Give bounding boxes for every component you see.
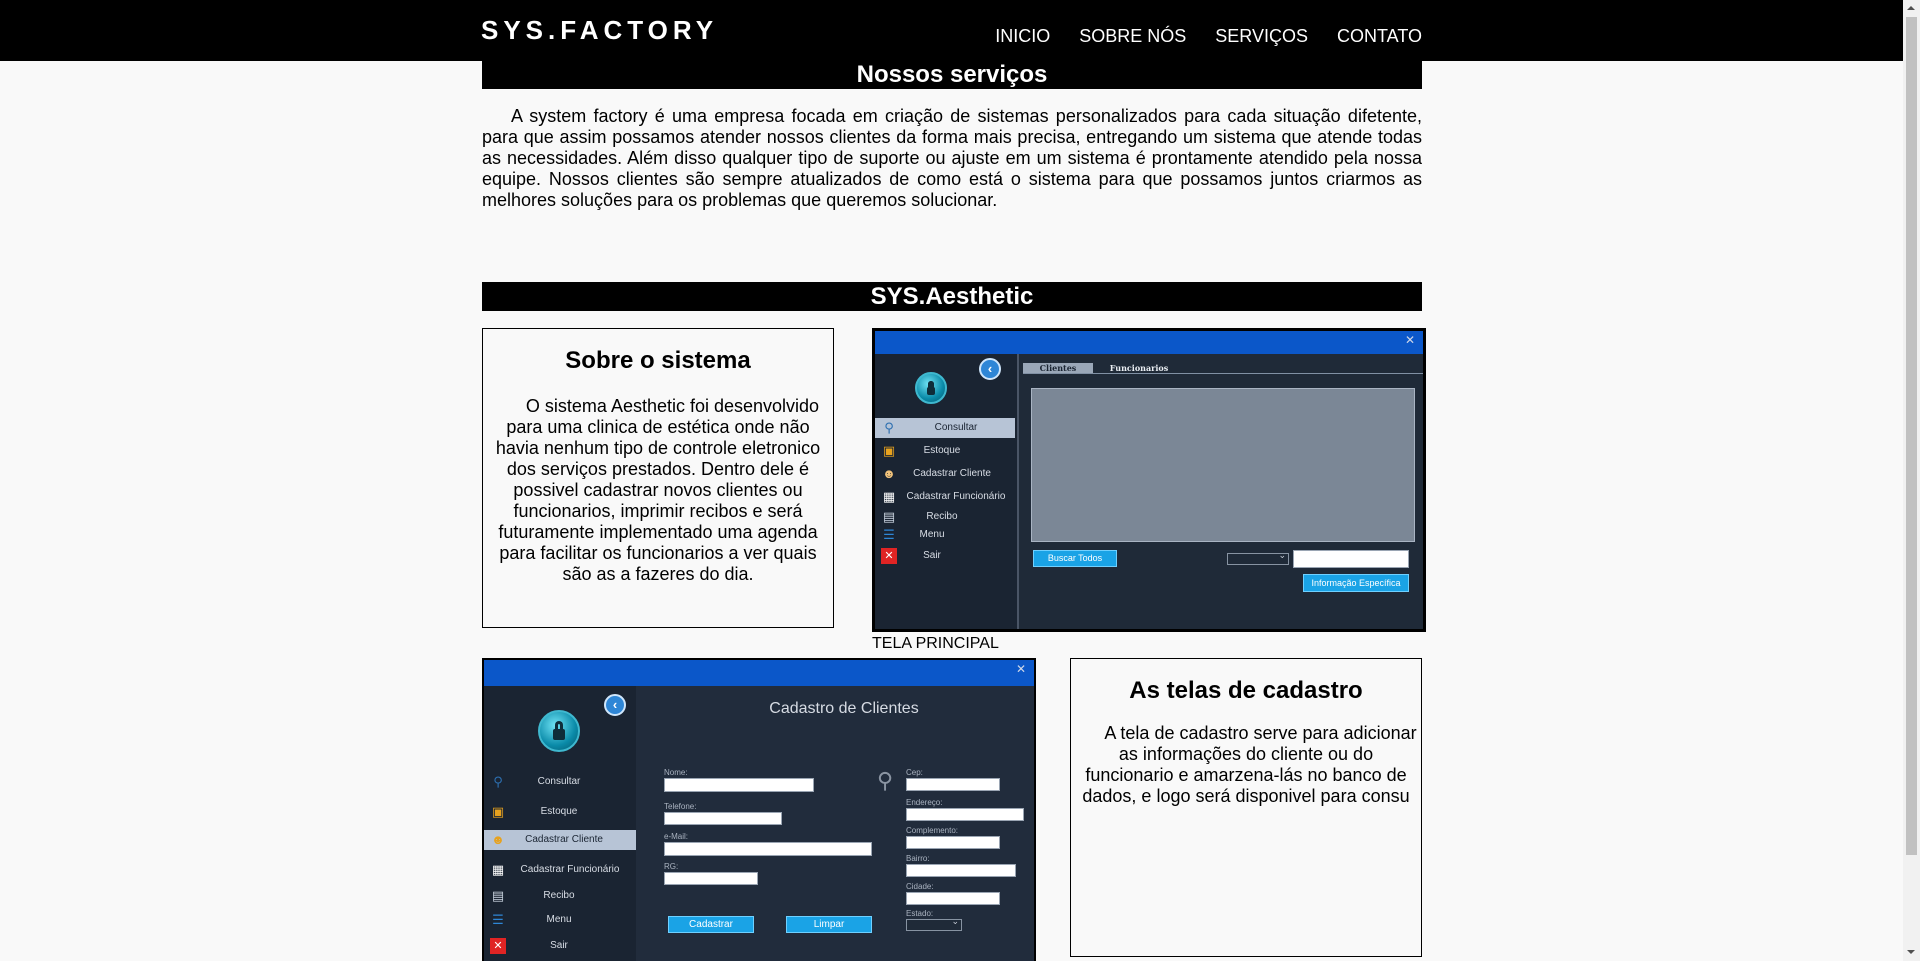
nav-link-sobre-nos[interactable]: SOBRE NÓS — [1079, 26, 1186, 47]
app-menu-item-sair: ✕ Sair — [875, 546, 1015, 566]
app-form-title: Cadastro de Clientes — [769, 700, 919, 717]
nav-link-inicio[interactable]: INICIO — [995, 26, 1050, 47]
add-user-icon: ☻ — [491, 832, 505, 847]
nav-link-servicos[interactable]: SERVIÇOS — [1215, 26, 1308, 47]
printer-icon: ▤ — [491, 888, 505, 903]
app-menu-item-recibo: ▤ Recibo — [491, 888, 575, 903]
app-field-label-nome: Nome: — [664, 768, 688, 777]
app-search-field — [1293, 550, 1409, 568]
app-field-cep — [906, 778, 1000, 791]
badge-icon: ▦ — [882, 489, 896, 504]
cadastro-screens-heading: As telas de cadastro — [1129, 677, 1363, 704]
nav-link-contato[interactable]: CONTATO — [1337, 26, 1422, 47]
printer-icon: ▤ — [882, 509, 896, 524]
app-field-label-cep: Cep: — [906, 768, 923, 777]
about-system-text: O sistema Aesthetic foi desenvolvido par… — [495, 396, 821, 584]
app-field-telefone — [664, 812, 782, 825]
close-icon: ✕ — [881, 548, 897, 564]
app-field-email — [664, 842, 872, 856]
app-menu-item-consultar: ⚲ Consultar — [484, 772, 636, 792]
scrollbar-thumb[interactable] — [1906, 17, 1917, 855]
sidebar-divider — [1017, 354, 1019, 629]
app-field-label-cidade: Cidade: — [906, 882, 934, 891]
magnifier-icon: ⚲ — [884, 420, 894, 435]
main-screen-screenshot: ✕ ‹ ⚲ Consultar ▣ Estoque ☻ Cadastrar Cl… — [872, 328, 1426, 632]
app-menu-item-menu: ☰ Menu — [484, 910, 636, 930]
app-limpar-button: Limpar — [786, 916, 872, 933]
scroll-up-arrow-icon[interactable] — [1903, 0, 1920, 17]
app-titlebar: ✕ — [875, 331, 1423, 354]
add-user-icon: ☻ — [882, 466, 896, 481]
app-menu-item-cadastrar-funcionario: ▦ Cadastrar Funcionário — [882, 489, 1006, 504]
app-data-grid — [1031, 388, 1415, 542]
close-icon: ✕ — [1015, 662, 1026, 676]
magnifier-icon: ⚲ — [876, 768, 894, 793]
magnifier-icon: ⚲ — [493, 774, 503, 789]
cart-icon: ▣ — [882, 443, 896, 458]
app-menu-item-cadastrar-funcionario: ▦ Cadastrar Funcionário — [491, 862, 620, 877]
cadastro-screens-box: As telas de cadastro A tela de cadastro … — [1070, 658, 1422, 957]
app-field-bairro — [906, 864, 1016, 877]
app-field-complemento — [906, 836, 1000, 849]
app-tabs: Clientes Funcionarios — [1023, 363, 1423, 374]
page-scrollbar[interactable] — [1903, 0, 1920, 961]
app-sidebar: ‹ ⚲ Consultar ▣ Estoque ☻ Cadastrar Clie… — [484, 686, 636, 961]
app-menu-item-estoque: ▣ Estoque — [491, 804, 578, 819]
app-field-label-estado: Estado: — [906, 909, 934, 918]
cadastro-screen-screenshot: ✕ ‹ ⚲ Consultar ▣ Estoque ☻ Cadastrar Cl… — [482, 658, 1036, 961]
app-menu-item-consultar: ⚲ Consultar — [875, 418, 1015, 438]
lock-icon — [915, 372, 947, 404]
scroll-down-arrow-icon[interactable] — [1903, 944, 1920, 961]
services-intro-text: A system factory é uma empresa focada em… — [482, 106, 1422, 210]
cadastro-screens-text: A tela de cadastro serve para adicionar … — [1082, 723, 1417, 806]
app-field-label-complemento: Complemento: — [906, 826, 959, 835]
app-titlebar: ✕ — [484, 660, 1034, 686]
main-nav: INICIO SOBRE NÓS SERVIÇOS CONTATO — [995, 26, 1422, 47]
app-cadastrar-button: Cadastrar — [668, 916, 754, 933]
app-tab-clientes: Clientes — [1023, 363, 1093, 373]
about-system-heading: Sobre o sistema — [565, 347, 751, 374]
app-menu-item-estoque: ▣ Estoque — [882, 443, 961, 458]
cart-icon: ▣ — [491, 804, 505, 819]
app-menu-item-cadastrar-cliente: ☻ Cadastrar Cliente — [484, 830, 636, 850]
app-field-rg — [664, 872, 758, 885]
app-field-endereco — [906, 808, 1024, 821]
app-menu-item-sair: ✕ Sair — [484, 936, 636, 956]
app-menu-item-recibo: ▤ Recibo — [882, 509, 958, 524]
back-arrow-icon: ‹ — [604, 694, 626, 716]
back-arrow-icon: ‹ — [979, 358, 1001, 380]
lock-icon — [538, 710, 580, 752]
caption-tela-principal: TELA PRINCIPAL — [872, 635, 999, 652]
close-icon: ✕ — [490, 938, 506, 954]
menu-icon: ☰ — [492, 912, 504, 927]
app-field-estado — [906, 916, 962, 931]
badge-icon: ▦ — [491, 862, 505, 877]
app-informacao-especifica-button: Informação Específica — [1303, 574, 1409, 592]
section-title-servicos: Nossos serviços — [482, 61, 1422, 89]
app-field-nome — [664, 778, 814, 792]
app-sidebar: ‹ ⚲ Consultar ▣ Estoque ☻ Cadastrar Clie… — [875, 354, 1017, 629]
close-icon: ✕ — [1404, 333, 1415, 347]
app-filter-select — [1227, 550, 1289, 565]
app-menu-item-menu: ☰ Menu — [875, 525, 1015, 545]
app-field-label-bairro: Bairro: — [906, 854, 930, 863]
app-menu-item-cadastrar-cliente: ☻ Cadastrar Cliente — [882, 466, 991, 481]
section-title-aesthetic: SYS.Aesthetic — [482, 282, 1422, 311]
app-field-cidade — [906, 892, 1000, 905]
app-field-label-rg: RG: — [664, 862, 679, 871]
app-field-label-email: e-Mail: — [664, 832, 689, 841]
app-field-label-endereco: Endereço: — [906, 798, 943, 807]
app-tab-funcionarios: Funcionarios — [1109, 363, 1169, 373]
menu-icon: ☰ — [883, 527, 895, 542]
app-field-label-telefone: Telefone: — [664, 802, 697, 811]
site-header: SYS.FACTORY INICIO SOBRE NÓS SERVIÇOS CO… — [0, 0, 1903, 61]
app-buscar-todos-button: Buscar Todos — [1033, 550, 1117, 567]
site-logo[interactable]: SYS.FACTORY — [481, 15, 718, 46]
about-system-box: Sobre o sistema O sistema Aesthetic foi … — [482, 328, 834, 628]
